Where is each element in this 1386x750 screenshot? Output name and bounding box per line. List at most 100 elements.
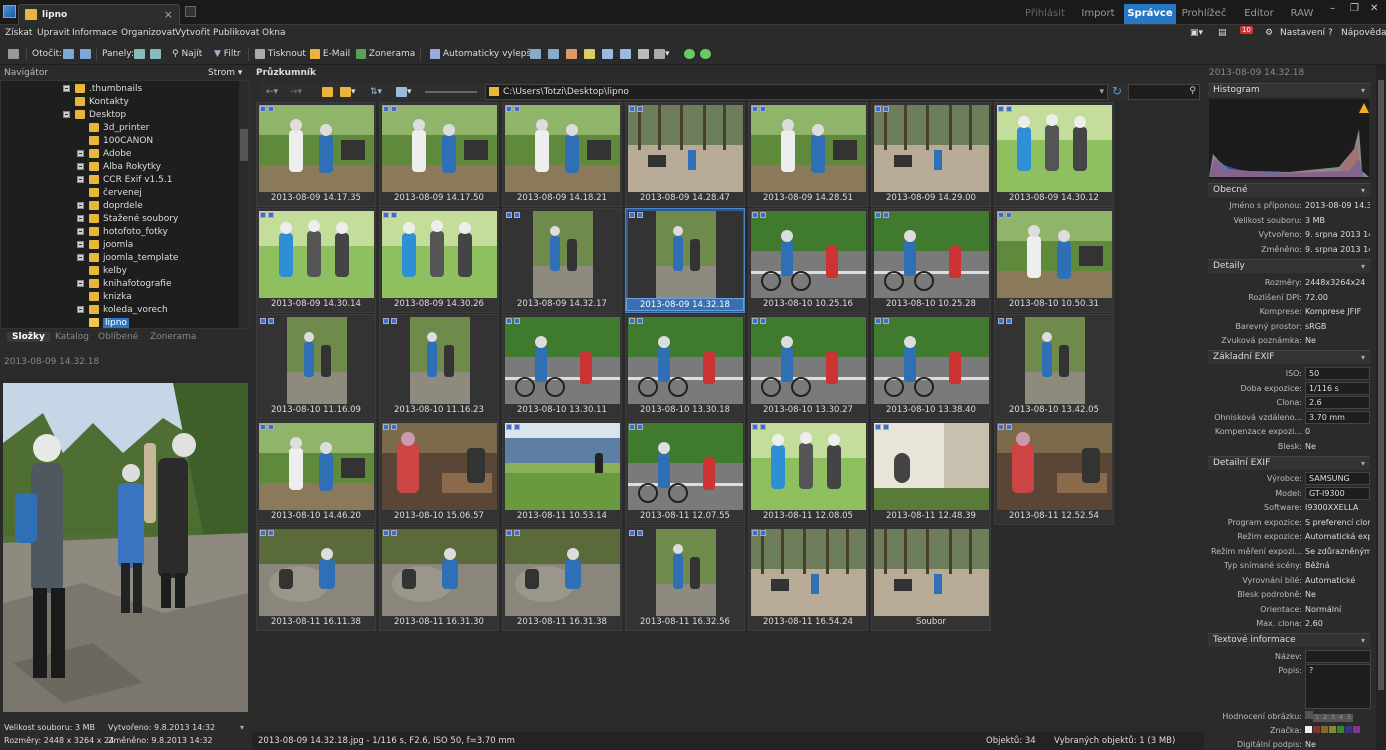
thumbnail-size-slider[interactable] xyxy=(425,91,477,93)
prop-value-field[interactable]: 1/116 s xyxy=(1305,381,1370,395)
folder-up-icon[interactable] xyxy=(322,85,333,99)
tree-item[interactable]: Adobe xyxy=(77,148,131,161)
folder-tab[interactable]: lipno × xyxy=(18,4,180,25)
tab-folders[interactable]: Složky xyxy=(7,332,50,342)
settings-icon[interactable]: ⚙ xyxy=(1265,28,1273,38)
mode-raw[interactable]: RAW xyxy=(1284,4,1320,24)
thumbnail-item[interactable]: 2013-08-09 14.28.47 xyxy=(625,102,745,207)
folder-tree[interactable]: .thumbnails Kontakty Desktop 3d_printer 100C… xyxy=(0,80,250,329)
rotate-left-icon[interactable] xyxy=(63,47,74,61)
expand-icon[interactable] xyxy=(77,202,84,209)
edit-tool-icon[interactable] xyxy=(584,47,595,61)
section-details[interactable]: Detaily xyxy=(1208,259,1370,273)
thumbnail-item[interactable]: 2013-08-09 14.17.35 xyxy=(256,102,376,207)
import-camera-icon[interactable] xyxy=(8,47,19,61)
section-text-info[interactable]: Textové informace xyxy=(1208,633,1370,647)
rating-2[interactable]: 2 xyxy=(1321,714,1329,722)
panel-right-icon[interactable] xyxy=(150,47,161,61)
tree-item[interactable]: .thumbnails xyxy=(63,83,142,96)
tree-item[interactable]: lipno xyxy=(77,317,129,328)
new-tab-icon[interactable] xyxy=(185,6,196,17)
thumbnail-item[interactable]: 2013-08-10 13.30.18 xyxy=(625,314,745,419)
thumbnail-item[interactable]: 2013-08-10 10.25.28 xyxy=(871,208,991,313)
thumbnail-item[interactable]: 2013-08-11 16.32.56 xyxy=(625,526,745,631)
sort-icon[interactable]: ⇅▾ xyxy=(370,85,382,99)
rotate-right-icon[interactable] xyxy=(80,47,91,61)
find-button[interactable]: ⚲ Najít xyxy=(172,47,202,61)
thumbnail-item[interactable]: 2013-08-11 16.31.38 xyxy=(502,526,622,631)
expand-icon[interactable] xyxy=(77,254,84,261)
tree-item[interactable]: 100CANON xyxy=(77,135,153,148)
email-button[interactable]: E-Mail xyxy=(310,47,350,61)
help-link[interactable]: Nápověda xyxy=(1341,28,1386,38)
section-detail-exif[interactable]: Detailní EXIF xyxy=(1208,456,1370,470)
menu-get[interactable]: Získat xyxy=(5,28,32,38)
thumbnail-item[interactable]: 2013-08-11 12.48.39 xyxy=(871,420,991,525)
edit-tool-icon[interactable]: ▾ xyxy=(654,47,670,61)
tree-item[interactable]: Kontakty xyxy=(63,96,129,109)
auto-enhance-button[interactable]: Automaticky vylepšit xyxy=(430,47,537,61)
menu-info[interactable]: Informace xyxy=(72,28,117,38)
edit-tool-icon[interactable] xyxy=(530,47,541,61)
expand-icon[interactable] xyxy=(77,306,84,313)
tree-item[interactable]: knihafotografie xyxy=(77,278,171,291)
thumbnail-item[interactable]: 2013-08-09 14.18.21 xyxy=(502,102,622,207)
minimize-icon[interactable]: – xyxy=(1330,3,1335,14)
tree-item[interactable]: CCR Exif v1.5.1 xyxy=(77,174,172,187)
zoom-out-icon[interactable] xyxy=(700,47,711,61)
path-field[interactable]: C:\Users\Totzi\Desktop\lipno ▾ xyxy=(485,84,1108,100)
thumbnail-item[interactable]: 2013-08-10 10.25.16 xyxy=(748,208,868,313)
menu-windows[interactable]: Okna xyxy=(262,28,286,38)
properties-scroll-thumb[interactable] xyxy=(1378,80,1384,690)
prop-value-field[interactable]: 2.6 xyxy=(1305,396,1370,409)
tree-item[interactable]: Desktop xyxy=(63,109,126,122)
restore-icon[interactable]: ❐ xyxy=(1350,3,1359,14)
expand-icon[interactable] xyxy=(77,215,84,222)
thumbnail-item[interactable]: 2013-08-10 13.30.11 xyxy=(502,314,622,419)
tree-mode-select[interactable]: Strom ▾ xyxy=(208,66,242,80)
edit-tool-icon[interactable] xyxy=(548,47,559,61)
thumbnail-item[interactable]: 2013-08-09 14.29.00 xyxy=(871,102,991,207)
expand-icon[interactable] xyxy=(63,85,70,92)
expand-icon[interactable] xyxy=(77,150,84,157)
tree-item[interactable]: Stažené soubory xyxy=(77,213,178,226)
thumbnail-item[interactable]: 2013-08-11 16.11.38 xyxy=(256,526,376,631)
display-icon[interactable]: ▣▾ xyxy=(1190,28,1203,38)
tree-item[interactable]: hotofoto_fotky xyxy=(77,226,168,239)
expand-icon[interactable] xyxy=(77,280,84,287)
thumbnail-item[interactable]: 2013-08-10 11.16.23 xyxy=(379,314,499,419)
thumbnail-item[interactable]: 2013-08-09 14.32.18 xyxy=(625,208,745,313)
rating-4[interactable]: 4 xyxy=(1337,714,1345,722)
thumbnail-item[interactable]: 2013-08-09 14.32.17 xyxy=(502,208,622,313)
view-mode-icon[interactable]: ▾ xyxy=(396,85,412,99)
description-field[interactable]: ? xyxy=(1305,664,1371,709)
tree-item[interactable]: koleda_vorech xyxy=(77,304,168,317)
thumbnail-item[interactable]: 2013-08-09 14.30.12 xyxy=(994,102,1114,207)
menu-edit[interactable]: Upravit xyxy=(37,28,70,38)
expand-icon[interactable] xyxy=(77,228,84,235)
zoom-in-icon[interactable] xyxy=(684,47,695,61)
rating-3[interactable]: 3 xyxy=(1329,714,1337,722)
tree-item[interactable]: červenej xyxy=(77,187,142,200)
properties-scrollbar[interactable] xyxy=(1376,65,1386,750)
edit-tool-icon[interactable] xyxy=(566,47,577,61)
expand-icon[interactable] xyxy=(77,176,84,183)
layout-icon[interactable]: ▤ xyxy=(1218,28,1227,38)
edit-tool-icon[interactable] xyxy=(620,47,631,61)
section-histogram[interactable]: Histogram xyxy=(1208,83,1370,97)
forward-icon[interactable]: →▾ xyxy=(290,85,302,99)
thumbnail-item[interactable]: 2013-08-11 16.54.24 xyxy=(748,526,868,631)
preview-options-icon[interactable]: ▾ xyxy=(240,723,244,732)
thumbnail-item[interactable]: 2013-08-11 12.08.05 xyxy=(748,420,868,525)
title-field[interactable] xyxy=(1305,650,1371,663)
close-tab-icon[interactable]: × xyxy=(164,8,173,21)
mode-login[interactable]: Přihlásit xyxy=(1022,4,1068,24)
prop-value-field[interactable]: GT-I9300 xyxy=(1305,486,1370,500)
expand-icon[interactable] xyxy=(77,241,84,248)
close-window-icon[interactable]: ✕ xyxy=(1370,3,1378,14)
edit-tool-icon[interactable] xyxy=(602,47,613,61)
prop-value-field[interactable]: SAMSUNG xyxy=(1305,472,1370,485)
app-logo-icon[interactable] xyxy=(3,5,16,18)
menu-publish[interactable]: Publikovat xyxy=(213,28,259,38)
tree-item[interactable]: knizka xyxy=(77,291,132,304)
